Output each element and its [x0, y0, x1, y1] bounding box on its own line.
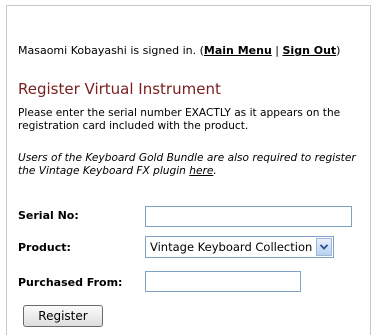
product-label: Product: [18, 241, 71, 254]
sign-out-link[interactable]: Sign Out [283, 44, 337, 57]
vintage-fx-register-link[interactable]: here [189, 165, 213, 177]
session-status: Masaomi Kobayashi is signed in. (Main Me… [18, 44, 340, 57]
bundle-note-end: . [213, 164, 217, 177]
close-paren: ) [336, 44, 341, 57]
register-button[interactable]: Register [23, 305, 103, 327]
instructions-text: Please enter the serial number EXACTLY a… [18, 107, 341, 132]
main-menu-link[interactable]: Main Menu [204, 44, 272, 57]
link-separator: | [271, 44, 283, 57]
purchased-from-input[interactable] [145, 271, 301, 292]
bundle-note: Users of the Keyboard Gold Bundle are al… [18, 152, 368, 177]
bundle-note-text: Users of the Keyboard Gold Bundle are al… [18, 152, 356, 177]
dropdown-arrow-button[interactable] [316, 238, 332, 256]
product-selected-value: Vintage Keyboard Collection [150, 240, 313, 254]
chevron-down-icon [320, 244, 328, 250]
purchased-from-label: Purchased From: [18, 276, 123, 289]
serial-label: Serial No: [18, 209, 79, 222]
page-title: Register Virtual Instrument [18, 80, 221, 98]
product-select[interactable]: Vintage Keyboard Collection [145, 236, 334, 258]
serial-number-input[interactable] [145, 206, 352, 227]
signed-in-text: Masaomi Kobayashi is signed in. ( [18, 44, 204, 57]
